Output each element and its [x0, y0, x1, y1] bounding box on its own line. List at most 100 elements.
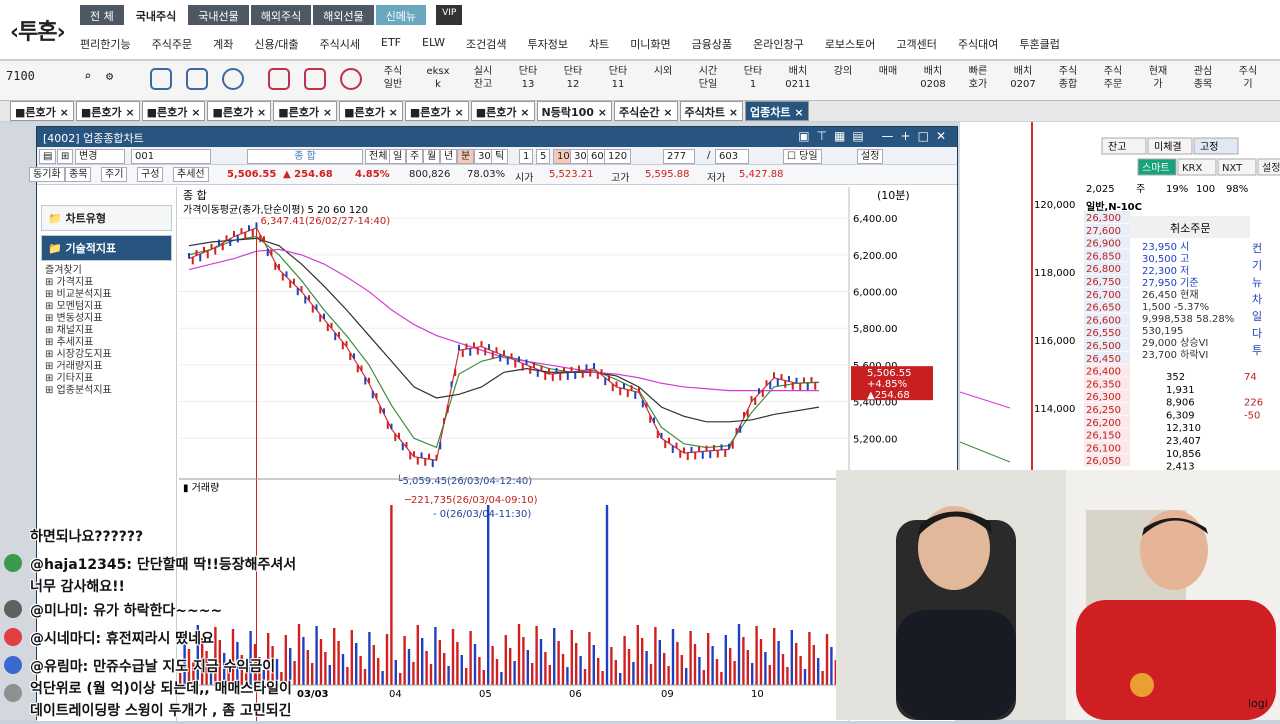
price-level[interactable]: 26,750 [1086, 277, 1121, 288]
toolbar-button[interactable]: 단타 13 [509, 65, 547, 91]
tree-item[interactable]: ⊞ 기타지표 [37, 373, 176, 385]
price-level[interactable]: 26,250 [1086, 405, 1121, 416]
period-button[interactable]: 월 [423, 149, 441, 164]
toolbar-button[interactable]: 배치 0208 [914, 65, 952, 91]
side-menu-item[interactable]: 뉴 [1252, 276, 1262, 289]
toolbar-button[interactable]: 현재 가 [1139, 65, 1177, 91]
menu-item[interactable]: ELW [422, 36, 445, 52]
sub-tab[interactable]: 주기 [101, 167, 128, 182]
main-tab[interactable]: 전 체 [80, 5, 124, 25]
price-level[interactable]: 26,800 [1086, 264, 1121, 275]
toolbar-button[interactable]: 실시 잔고 [464, 65, 502, 91]
toolbar-button[interactable]: 시외 [644, 65, 682, 78]
toolbar-button[interactable]: 주식 기 [1229, 65, 1267, 91]
close-icon[interactable]: × [385, 106, 398, 119]
tree-item[interactable]: ⊞ 가격지표 [37, 277, 176, 289]
toolbar-button[interactable]: 단타 11 [599, 65, 637, 91]
main-tab[interactable]: 국내주식 [125, 5, 187, 25]
tree-item[interactable]: ⊞ 채널지표 [37, 325, 176, 337]
side-menu-item[interactable]: 투 [1252, 344, 1262, 357]
menu-item[interactable]: 온라인창구 [753, 36, 804, 52]
menu-button[interactable]: ▤ [39, 149, 57, 164]
pct-button[interactable]: 주 [1136, 184, 1145, 195]
code-input[interactable]: 7100 ⌕ ⚙ [6, 69, 122, 89]
price-level[interactable]: 26,150 [1086, 431, 1121, 442]
side-menu-item[interactable]: 컨 [1252, 242, 1262, 255]
window-tab[interactable]: N등락100 × [536, 101, 612, 121]
menu-item[interactable]: 신용/대출 [254, 36, 298, 52]
tree-item[interactable]: ⊞ 변동성지표 [37, 313, 176, 325]
close-icon[interactable]: × [516, 106, 529, 119]
main-tab[interactable]: 해외주식 [250, 5, 312, 25]
close-icon[interactable]: × [725, 106, 738, 119]
window-tab[interactable]: ■른호가 × [141, 101, 206, 121]
toolbar-button[interactable]: eksx k [419, 65, 457, 91]
window-tab[interactable]: 업종차트 × [745, 101, 809, 121]
calculator-icon[interactable] [186, 68, 208, 90]
period-button[interactable]: 분 [457, 149, 475, 164]
price-level[interactable]: 26,400 [1086, 367, 1121, 378]
tree-item[interactable]: ⊞ 거래량지표 [37, 361, 176, 373]
price-level[interactable]: 26,100 [1086, 443, 1121, 454]
all-button[interactable]: 전체 [365, 149, 392, 164]
menu-item[interactable]: 고객센터 [896, 36, 936, 52]
pct-button[interactable]: 98% [1226, 184, 1248, 195]
menu-item[interactable]: 금융상품 [692, 36, 732, 52]
close-icon[interactable]: × [56, 106, 69, 119]
menu-item[interactable]: 로보스토어 [825, 36, 876, 52]
minute-button[interactable]: 120 [604, 149, 632, 164]
period-button[interactable]: 틱 [491, 149, 509, 164]
settings-button[interactable]: 설정 [857, 149, 884, 164]
video-icon[interactable] [268, 68, 290, 90]
chart-icon[interactable] [304, 68, 326, 90]
price-level[interactable]: 26,550 [1086, 328, 1121, 339]
sub-tab[interactable]: 종목 [65, 167, 92, 182]
brand-logo[interactable]: ‹투혼› [10, 14, 66, 46]
menu-item[interactable]: 차트 [589, 36, 609, 52]
menu-item[interactable]: 주식대여 [958, 36, 998, 52]
menu-item[interactable]: 투혼클럽 [1019, 36, 1059, 52]
users-icon[interactable] [340, 68, 362, 90]
menu-item[interactable]: 주식시세 [320, 36, 360, 52]
side-menu-item[interactable]: 기 [1252, 259, 1262, 272]
price-level[interactable]: 26,900 [1086, 239, 1121, 250]
close-icon[interactable]: × [791, 106, 803, 119]
toolbar-button[interactable]: 시간 단일 [689, 65, 727, 91]
window-controls[interactable]: ▣⊤▦▤ —+□✕ [798, 129, 953, 143]
main-tab[interactable]: VIP [436, 5, 463, 25]
settings-icon[interactable]: ⚙ [106, 69, 113, 83]
tree-item[interactable]: ⊞ 추세지표 [37, 337, 176, 349]
main-tab[interactable]: 신메뉴 [375, 5, 427, 25]
count-input[interactable]: 277 [663, 149, 695, 164]
side-menu-item[interactable]: 차 [1252, 293, 1262, 306]
sub-tab[interactable]: 추세선 [173, 167, 209, 182]
window-tab[interactable]: ■른호가 × [207, 101, 272, 121]
side-menu-item[interactable]: 일 [1252, 309, 1262, 323]
side-menu-item[interactable]: 다 [1252, 327, 1262, 340]
toolbar-button[interactable]: 빠른 호가 [959, 65, 997, 91]
type-select[interactable]: 변경 [75, 149, 125, 164]
toolbar-button[interactable]: 단타 12 [554, 65, 592, 91]
close-icon[interactable]: × [187, 106, 200, 119]
toolbar-button[interactable]: 강의 [824, 65, 862, 78]
minute-button[interactable]: 5 [536, 149, 551, 164]
window-tab[interactable]: 주식차트 × [679, 101, 744, 121]
main-tab[interactable]: 해외선물 [313, 5, 374, 25]
globe-icon[interactable] [222, 68, 244, 90]
window-tab[interactable]: ■른호가 × [404, 101, 469, 121]
window-tab[interactable]: ■른호가 × [75, 101, 140, 121]
sub-tab[interactable]: 동기화 [29, 167, 65, 182]
period-button[interactable]: 주 [406, 149, 424, 164]
pct-button[interactable]: 19% [1166, 184, 1188, 195]
tree-item[interactable]: ⊞ 비교분석지표 [37, 289, 176, 301]
chart-type-folder[interactable]: 📁 차트유형 [41, 205, 172, 231]
main-tab[interactable]: 국내선물 [188, 5, 249, 25]
index-name-field[interactable]: 종 합 [247, 149, 363, 164]
price-level[interactable]: 26,350 [1086, 379, 1121, 390]
tree-item[interactable]: 즐겨찾기 [37, 265, 176, 277]
tree-item[interactable]: ⊞ 시장강도지표 [37, 349, 176, 361]
price-level[interactable]: 26,500 [1086, 341, 1121, 352]
window-tab[interactable]: ■른호가 × [339, 101, 403, 121]
toolbar-button[interactable]: 배치 0211 [779, 65, 817, 91]
index-code-input[interactable]: 001 [131, 149, 211, 164]
